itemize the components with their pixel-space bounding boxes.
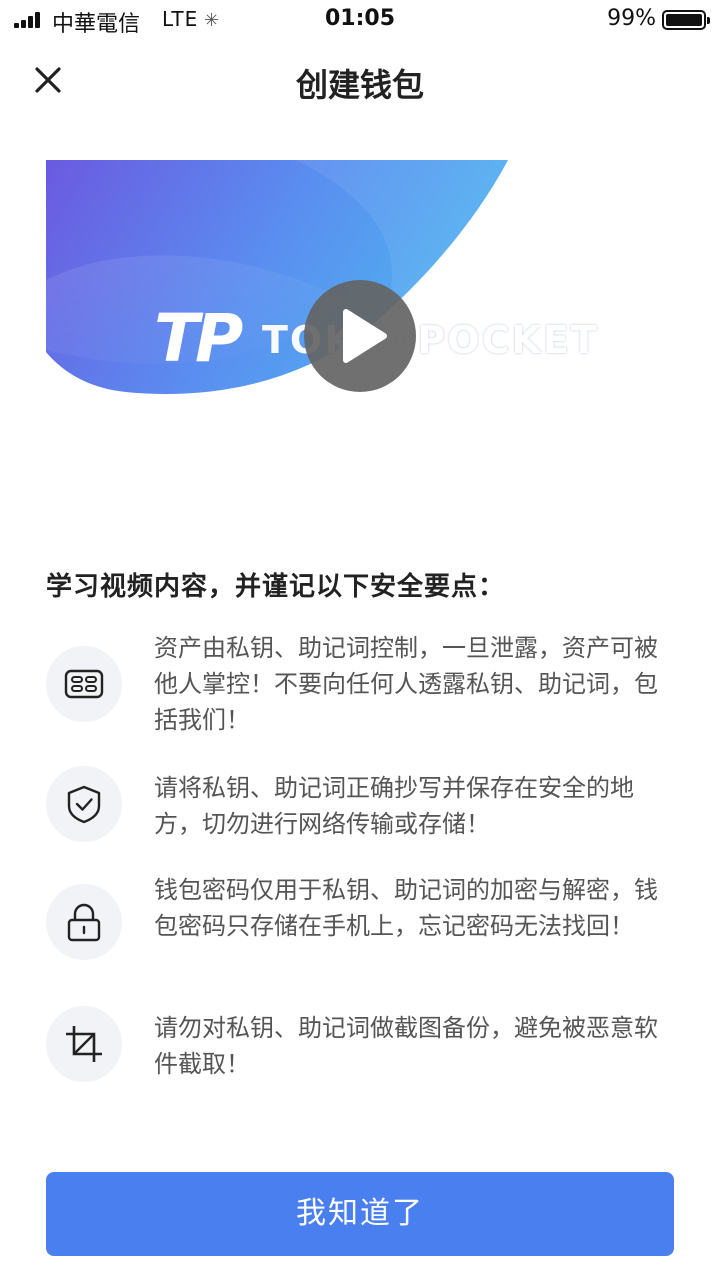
- page-title: 创建钱包: [295, 66, 424, 104]
- lock-icon: [67, 903, 101, 942]
- crop-icon: [66, 1026, 102, 1062]
- battery-percent: 99%: [607, 6, 656, 31]
- tip-item: 钱包密码仅用于私钥、助记词的加密与解密，钱包密码只存储在手机上，忘记密码无法找回…: [46, 868, 676, 978]
- tip-text: 请勿对私钥、助记词做截图备份，避免被恶意软件截取！: [154, 1014, 658, 1078]
- brand-logo-mark: TP: [154, 300, 243, 377]
- header: 创建钱包: [0, 40, 720, 120]
- mnemonic-grid-icon: [64, 669, 104, 699]
- play-icon: [343, 309, 387, 363]
- battery-level-fill: [666, 14, 702, 26]
- tip-icon-wrapper: [46, 766, 122, 842]
- tip-item: 请勿对私钥、助记词做截图备份，避免被恶意软件截取！: [46, 1006, 676, 1086]
- intro-video[interactable]: TP TOKENPOCKET: [46, 160, 674, 460]
- battery-icon: [662, 10, 710, 30]
- section-title: 学习视频内容，并谨记以下安全要点：: [46, 572, 506, 602]
- tip-icon-wrapper: [46, 884, 122, 960]
- tip-text: 钱包密码仅用于私钥、助记词的加密与解密，钱包密码只存储在手机上，忘记密码无法找回…: [154, 876, 658, 940]
- tip-item: 资产由私钥、助记词控制，一旦泄露，资产可被他人掌控！不要向任何人透露私钥、助记词…: [46, 630, 676, 740]
- shield-check-icon: [67, 785, 101, 824]
- tip-icon-wrapper: [46, 1006, 122, 1082]
- tip-text: 资产由私钥、助记词控制，一旦泄露，资产可被他人掌控！不要向任何人透露私钥、助记词…: [154, 634, 658, 734]
- status-bar: 中華電信 LTE ✳ 01:05 99%: [0, 0, 720, 40]
- play-button[interactable]: [304, 280, 416, 392]
- tip-icon-wrapper: [46, 646, 122, 722]
- tip-text: 请将私钥、助记词正确抄写并保存在安全的地方，切勿进行网络传输或存储！: [154, 774, 634, 838]
- confirm-button[interactable]: 我知道了: [46, 1172, 674, 1256]
- tip-item: 请将私钥、助记词正确抄写并保存在安全的地方，切勿进行网络传输或存储！: [46, 766, 676, 846]
